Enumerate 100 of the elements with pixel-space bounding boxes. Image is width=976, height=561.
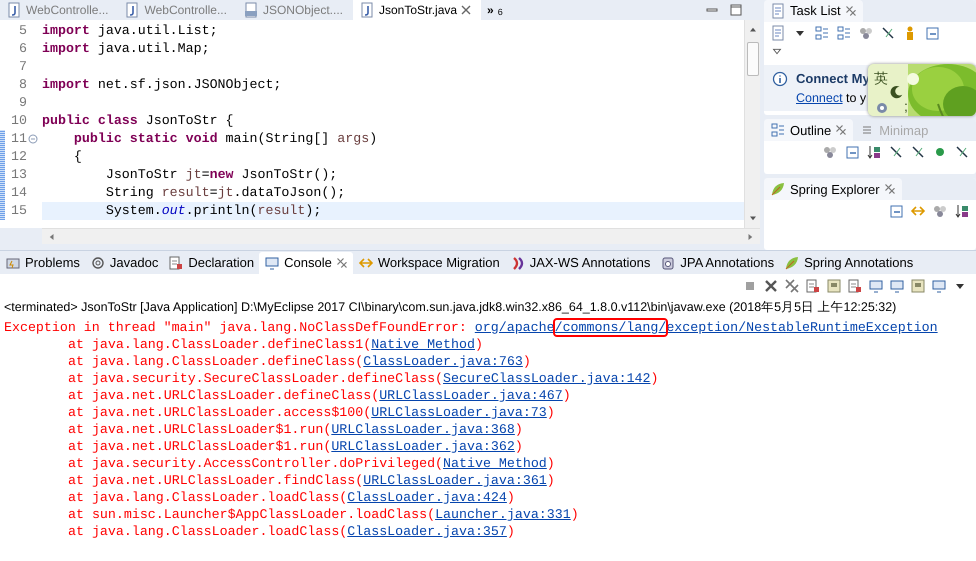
code-line: import net.sf.json.JSONObject; [42,76,282,94]
source-link[interactable]: URLClassLoader.java:361 [363,472,547,488]
remove-all-icon[interactable] [784,278,800,294]
outline-icon [770,122,786,138]
close-icon[interactable] [835,124,848,136]
task-list-tab[interactable]: Task List [764,0,863,22]
panel-tab[interactable]: Spring Explorer [764,178,902,200]
error-link[interactable]: org/apache [474,320,555,335]
stack-frame-text: at java.security.SecureClassLoader.defineClass( [68,370,444,386]
fold-icon[interactable] [28,134,38,144]
stack-frame-text: ) [506,490,515,505]
new-task-icon[interactable] [770,25,786,41]
source-link[interactable]: URLClassLoader.java:73 [371,404,547,420]
code-line: import java.util.Map; [42,40,211,58]
source-link[interactable]: ClassLoader.java:763 [363,354,523,369]
panel-tab[interactable]: Problems [0,252,85,274]
file-icon [242,2,259,18]
stack-frame-text: at java.net.URLClassLoader.findClass( [68,472,364,488]
connect-text: to y [845,90,866,104]
console-icon [264,254,280,270]
file-icon [124,2,140,18]
stack-frame-text: at java.security.AccessController.doPrivileged( [68,456,444,471]
declaration-icon [168,254,184,270]
stack-frame-text: ) [546,404,555,420]
source-link[interactable]: ClassLoader.java:357 [347,524,507,539]
panel-tab[interactable]: JAX-WS Annotations [504,252,656,274]
close-icon[interactable] [884,183,896,196]
show-console-icon[interactable] [868,278,884,294]
maximize-icon[interactable] [728,2,744,18]
line-number: 5 [18,22,27,40]
list-icon[interactable] [814,25,830,41]
stack-frame-text: at java.net.URLClassLoader$1.run( [68,422,332,437]
error-link[interactable]: /commons/lang/ [554,320,666,335]
sort-icon[interactable] [954,203,970,220]
collapse-icon[interactable] [844,144,860,160]
editor-tab[interactable]: WebControlle... [0,0,118,20]
editor-tab[interactable]: JsonToStr.java [353,0,482,20]
stack-frame-text: ) [650,370,658,386]
overflow-tab[interactable]: » $_{6}$ [481,0,513,20]
code-line: { [72,148,83,166]
stack-frame-text: at java.lang.ClassLoader.loadClass( [68,524,348,539]
moon-icon[interactable] [890,84,904,99]
remove-icon[interactable] [763,278,779,294]
source-link[interactable]: URLClassLoader.java:362 [331,438,515,454]
display-console-icon[interactable] [931,278,947,294]
show-console-icon[interactable] [889,278,905,294]
collapse-icon[interactable] [888,203,904,220]
scroll-thumb[interactable] [746,42,758,76]
panel-tab[interactable]: Outline [764,119,854,142]
ime-mode-label[interactable]: 英 [874,68,888,89]
collapse-icon[interactable] [924,25,940,41]
source-link[interactable]: URLClassLoader.java:467 [379,388,563,403]
close-icon[interactable] [336,256,348,268]
stack-icon[interactable] [858,25,874,41]
panel-tab[interactable]: Console [259,252,353,274]
line-number: 9 [18,94,27,112]
stack-frame-text: at java.net.URLClassLoader$1.run( [68,438,332,454]
line-number: 7 [18,58,27,76]
panel-tab[interactable]: JPA Annotations [655,252,780,274]
stack-frame-text: at java.net.URLClassLoader.access$100( [68,404,372,420]
stack-frame-text: ) [522,354,531,369]
stack-frame-text: ) [474,336,483,352]
editor-tab[interactable]: WebControlle... [118,0,237,20]
panel-tab[interactable]: Workspace Migration [352,252,505,274]
leaf-icon [784,254,800,270]
editor-tab[interactable]: JSONObject.... [236,0,353,20]
list-icon[interactable] [836,25,852,41]
stack-frame-text: at java.net.URLClassLoader.defineClass( [68,388,380,403]
source-link[interactable]: ClassLoader.java:424 [347,490,507,505]
stack-frame-text: at java.lang.ClassLoader.loadClass( [68,490,348,505]
stack-icon[interactable] [932,203,948,220]
sort-icon[interactable] [866,144,882,160]
code-line: String result=jt.dataToJson(); [104,184,346,202]
stack-icon[interactable] [822,144,838,160]
punctuation-mode-label[interactable]: ; [904,96,908,116]
connect-title: Connect My [796,70,870,88]
code-line: import java.util.List; [42,22,219,40]
line-number: 8 [18,76,27,94]
source-link[interactable]: SecureClassLoader.java:142 [443,370,651,386]
connect-link[interactable]: Connect [796,90,843,104]
close-icon[interactable] [844,5,857,17]
error-link[interactable]: exception/NestableRuntimeException [666,320,938,335]
stack-frame-text: ) [546,472,555,488]
stack-frame-text: ) [546,456,555,471]
source-link[interactable]: Launcher.java:331 [435,506,571,522]
panel-tab[interactable]: Declaration [163,252,260,274]
source-link[interactable]: URLClassLoader.java:368 [331,422,515,437]
panel-tab[interactable]: Spring Annotations [779,252,918,274]
stack-frame-text: ) [570,506,579,522]
stack-frame-text: ) [506,524,515,539]
code-line: public static void main(String[] args) [72,130,378,148]
line-icon[interactable] [880,25,896,41]
source-link[interactable]: Native Method [371,336,475,352]
task-list-icon [770,3,786,19]
console-title: <terminated> JsonToStr [Java Application] D:\MyEclipse 2017 CI\binary\com.sun.java.jdk8.win32.x86_64_1.8.0.v112\bin\javaw.exe (2018年5月5日 上午12:25:32) [3,299,898,316]
source-link[interactable]: Native Method [443,456,547,471]
panel-tab[interactable]: Javadoc [84,252,164,274]
line-number: 13 [10,166,27,184]
code-line: JsonToStr jt=new JsonToStr(); [104,166,338,184]
line-number: 14 [10,184,27,202]
